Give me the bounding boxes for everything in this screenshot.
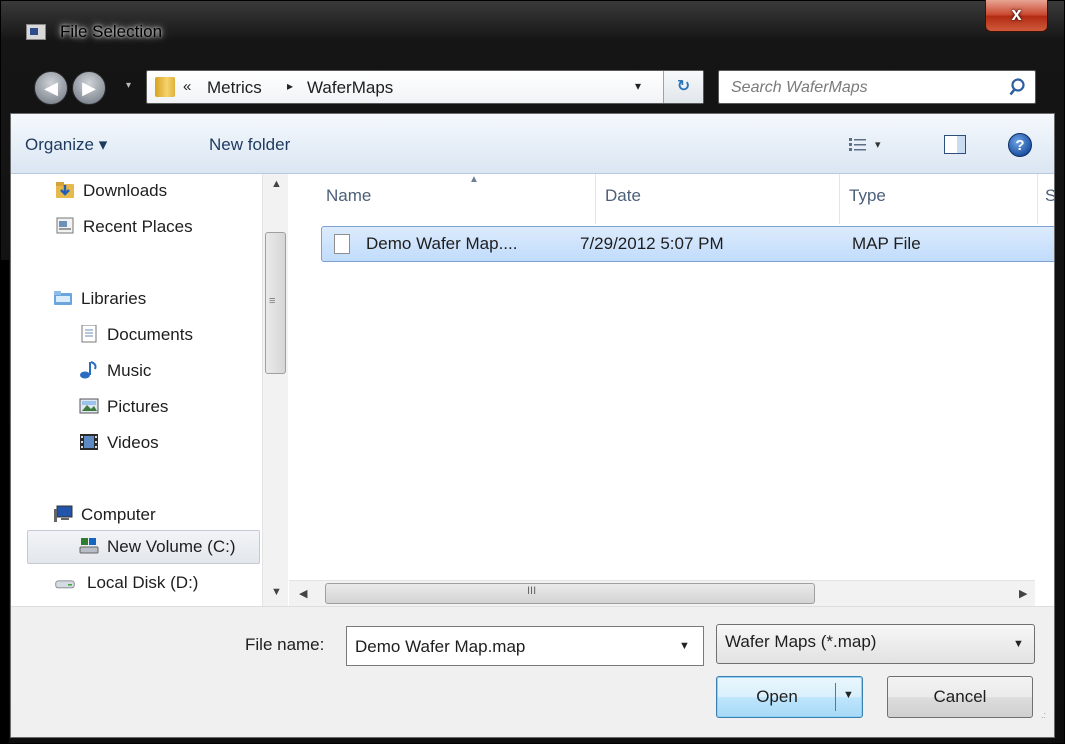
forward-arrow-icon: ▶ [82, 78, 96, 98]
music-icon [80, 361, 97, 379]
window-left-edge [0, 260, 9, 744]
sidebar-item-label: Pictures [107, 397, 169, 416]
file-icon [334, 234, 350, 254]
chevron-down-icon[interactable]: ▼ [679, 640, 690, 652]
dialog-footer: File name: ▼ Wafer Maps (*.map) ▼ Open ▼… [11, 606, 1054, 737]
column-header-name[interactable]: Name [326, 186, 371, 206]
pictures-icon [79, 398, 99, 414]
chevron-down-icon[interactable]: ▼ [1013, 638, 1024, 650]
file-name-input[interactable] [353, 634, 657, 660]
open-button-label: Open [756, 687, 798, 706]
refresh-icon: ↻ [676, 78, 691, 95]
scrollbar-grip-icon: III [527, 585, 537, 597]
app-icon [26, 24, 46, 40]
search-icon[interactable] [1009, 75, 1031, 99]
libraries-icon [54, 291, 72, 305]
file-type-filter-select[interactable]: Wafer Maps (*.map) ▼ [716, 624, 1035, 664]
drive-c-icon [79, 538, 99, 554]
column-divider [595, 174, 596, 224]
search-input[interactable] [729, 76, 993, 100]
file-name-combobox[interactable]: ▼ [346, 626, 704, 666]
file-name-cell: Demo Wafer Map.... [366, 234, 518, 253]
address-bar[interactable]: « Metrics ▸ WaferMaps ▾ ↻ [146, 70, 704, 104]
column-header-date[interactable]: Date [605, 186, 641, 206]
sidebar-item-label: Videos [107, 433, 159, 452]
horizontal-scrollbar[interactable]: ◀ III ▶ [289, 580, 1035, 606]
scrollbar-thumb[interactable] [325, 583, 815, 604]
organize-button[interactable]: Organize ▾ [25, 135, 107, 155]
back-button[interactable]: ◀ [34, 71, 68, 105]
documents-icon [81, 325, 97, 343]
drive-d-icon [55, 580, 75, 589]
sidebar-item-label: Music [107, 361, 152, 380]
new-folder-button[interactable]: New folder [209, 135, 290, 155]
forward-button[interactable]: ▶ [72, 71, 106, 105]
open-options-dropdown[interactable]: ▼ [843, 689, 854, 701]
scroll-up-arrow-icon[interactable]: ▲ [271, 178, 282, 190]
address-history-dropdown[interactable]: ▾ [635, 79, 641, 93]
sidebar-item-label: Local Disk (D:) [87, 573, 199, 592]
command-bar: Organize ▾ New folder ▾ ? [11, 114, 1054, 174]
column-header-size[interactable]: S [1045, 186, 1054, 206]
file-type-filter-value: Wafer Maps (*.map) [725, 632, 877, 651]
sidebar-item-label: Downloads [83, 181, 168, 200]
table-row[interactable]: Demo Wafer Map.... 7/29/2012 5:07 PM MAP… [321, 226, 1054, 262]
window-title: File Selection [60, 22, 163, 41]
scroll-right-arrow-icon[interactable]: ▶ [1019, 587, 1027, 600]
recent-locations-dropdown[interactable]: ▾ [126, 80, 131, 91]
scrollbar-grip-icon: ≡ [269, 295, 276, 307]
scroll-left-arrow-icon[interactable]: ◀ [299, 587, 307, 600]
breadcrumb-overflow-chevron[interactable]: « [183, 78, 191, 95]
navigation-pane: Downloads Recent Places Libraries Docume… [11, 174, 261, 606]
computer-icon [54, 505, 73, 522]
file-date-cell: 7/29/2012 5:07 PM [580, 234, 724, 253]
navigation-scrollbar[interactable]: ▲ ≡ ▼ [262, 174, 288, 606]
preview-pane-icon[interactable] [944, 135, 966, 154]
view-options-dropdown[interactable]: ▾ [875, 138, 881, 151]
column-header-type[interactable]: Type [849, 186, 886, 206]
file-list: ▲ Name Date Type S Demo Wafer Map.... 7/… [289, 174, 1054, 606]
breadcrumb-metrics[interactable]: Metrics [207, 78, 262, 98]
sidebar-item-label: New Volume (C:) [107, 537, 236, 556]
breadcrumb-separator-arrow-icon[interactable]: ▸ [287, 79, 293, 93]
column-divider [839, 174, 840, 224]
cancel-button[interactable]: Cancel [887, 676, 1033, 718]
open-button[interactable]: Open ▼ [716, 676, 863, 718]
file-type-cell: MAP File [852, 234, 921, 253]
close-button[interactable]: x [985, 0, 1048, 32]
change-view-icon[interactable] [849, 137, 867, 153]
sidebar-item-label: Documents [107, 325, 193, 344]
split-button-divider [835, 683, 836, 711]
sidebar-item-label: Libraries [81, 289, 147, 308]
resize-grip-icon[interactable]: .: [1041, 711, 1046, 720]
folder-icon [155, 77, 175, 97]
sidebar-item-label: Computer [81, 505, 156, 524]
scroll-down-arrow-icon[interactable]: ▼ [271, 586, 282, 598]
help-icon[interactable]: ? [1008, 133, 1032, 157]
downloads-icon [56, 182, 74, 198]
back-arrow-icon: ◀ [44, 78, 58, 98]
breadcrumb-wafermaps[interactable]: WaferMaps [307, 78, 393, 98]
file-name-label: File name: [245, 635, 325, 654]
refresh-button[interactable]: ↻ [663, 71, 703, 103]
sort-ascending-icon: ▲ [469, 174, 479, 185]
search-box[interactable] [718, 70, 1036, 104]
sidebar-item-label: Recent Places [83, 217, 193, 236]
column-divider [1037, 174, 1038, 224]
recent-places-icon [56, 217, 74, 234]
videos-icon [80, 434, 98, 450]
